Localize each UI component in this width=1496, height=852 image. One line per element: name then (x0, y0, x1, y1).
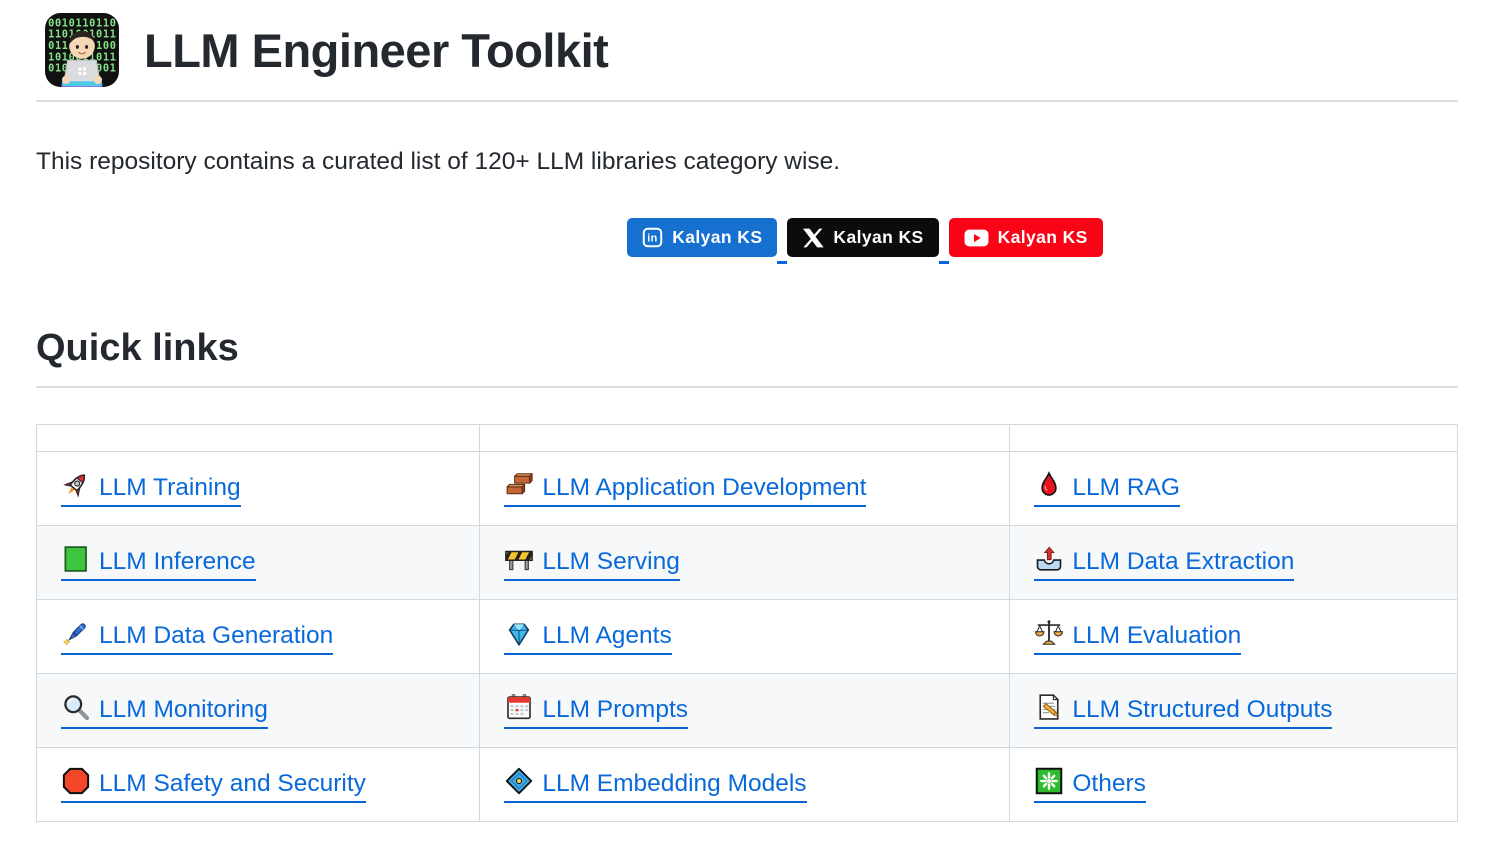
stop-sign-icon (61, 766, 91, 796)
link-label: LLM Data Extraction (1072, 548, 1294, 575)
svg-text:in: in (648, 233, 658, 245)
rocket-icon (61, 470, 91, 500)
link-label: LLM Application Development (542, 474, 866, 501)
link-llm-safety-and-security[interactable]: LLM Safety and Security (61, 766, 366, 803)
table-cell: LLM Inference (37, 526, 480, 600)
table-cell: LLM Data Extraction (1010, 526, 1458, 600)
table-cell: LLM Training (37, 452, 480, 526)
link-others[interactable]: Others (1034, 766, 1146, 803)
linkedin-icon: in (642, 227, 663, 248)
table-cell: LLM Evaluation (1010, 600, 1458, 674)
table-cell: Others (1010, 748, 1458, 822)
link-label: LLM Monitoring (99, 696, 268, 723)
diamond-with-dot-icon (504, 766, 534, 796)
table-row: LLM Training LLM Application Development… (37, 452, 1458, 526)
link-label: LLM Data Generation (99, 622, 333, 649)
table-cell: LLM Embedding Models (480, 748, 1010, 822)
bricks-icon (504, 470, 534, 500)
table-cell: LLM Data Generation (37, 600, 480, 674)
badge-label: Kalyan KS (998, 227, 1088, 248)
link-label: LLM Training (99, 474, 241, 501)
green-square-icon (61, 544, 91, 574)
intro-text: This repository contains a curated list … (36, 148, 1458, 176)
blood-drop-icon (1034, 470, 1064, 500)
link-llm-application-development[interactable]: LLM Application Development (504, 470, 866, 507)
calendar-icon (504, 692, 534, 722)
link-llm-training[interactable]: LLM Training (61, 470, 241, 507)
svg-text:0010110110: 0010110110 (48, 17, 116, 29)
table-cell: LLM Safety and Security (37, 748, 480, 822)
table-row: LLM Inference LLM Serving LLM Data Extra… (37, 526, 1458, 600)
link-llm-serving[interactable]: LLM Serving (504, 544, 680, 581)
x-icon (802, 227, 824, 249)
link-label: LLM Safety and Security (99, 770, 366, 797)
page-header: 0010110110 1101001011 0110110100 1010011… (36, 0, 1458, 102)
balance-scale-icon (1034, 618, 1064, 648)
social-badges-row: in Kalyan KS Kalyan KS Kalyan KS (154, 218, 1496, 257)
youtube-icon (964, 229, 989, 247)
page-title: LLM Engineer Toolkit (144, 23, 608, 78)
badge-label: Kalyan KS (672, 227, 762, 248)
link-space-underline (939, 261, 949, 265)
table-cell: LLM Agents (480, 600, 1010, 674)
table-header-row (37, 425, 1458, 452)
link-label: LLM Structured Outputs (1072, 696, 1332, 723)
outbox-tray-icon (1034, 544, 1064, 574)
table-cell: LLM Serving (480, 526, 1010, 600)
link-llm-structured-outputs[interactable]: LLM Structured Outputs (1034, 692, 1332, 729)
link-llm-agents[interactable]: LLM Agents (504, 618, 671, 655)
link-llm-monitoring[interactable]: LLM Monitoring (61, 692, 268, 729)
link-label: LLM RAG (1072, 474, 1180, 501)
table-header-cell (37, 425, 480, 452)
youtube-badge[interactable]: Kalyan KS (949, 218, 1103, 257)
table-row: LLM Monitoring LLM Prompts LLM Structure… (37, 674, 1458, 748)
table-cell: LLM Application Development (480, 452, 1010, 526)
link-label: LLM Agents (542, 622, 671, 649)
x-badge[interactable]: Kalyan KS (787, 218, 938, 257)
linkedin-badge[interactable]: in Kalyan KS (627, 218, 777, 257)
link-llm-rag[interactable]: LLM RAG (1034, 470, 1180, 507)
link-llm-embedding-models[interactable]: LLM Embedding Models (504, 766, 806, 803)
link-label: LLM Serving (542, 548, 680, 575)
table-header-cell (1010, 425, 1458, 452)
construction-barrier-icon (504, 544, 534, 574)
table-cell: LLM Monitoring (37, 674, 480, 748)
table-header-cell (480, 425, 1010, 452)
link-llm-data-extraction[interactable]: LLM Data Extraction (1034, 544, 1294, 581)
table-cell: LLM RAG (1010, 452, 1458, 526)
gem-icon (504, 618, 534, 648)
link-llm-inference[interactable]: LLM Inference (61, 544, 256, 581)
quick-links-heading: Quick links (36, 327, 1458, 388)
link-llm-evaluation[interactable]: LLM Evaluation (1034, 618, 1241, 655)
link-label: LLM Evaluation (1072, 622, 1241, 649)
link-label: LLM Inference (99, 548, 256, 575)
link-label: Others (1072, 770, 1146, 797)
fountain-pen-icon (61, 618, 91, 648)
link-label: LLM Prompts (542, 696, 688, 723)
table-row: LLM Data Generation LLM Agents LLM Evalu… (37, 600, 1458, 674)
quick-links-table: LLM Training LLM Application Development… (36, 424, 1458, 822)
table-cell: LLM Structured Outputs (1010, 674, 1458, 748)
readme-page: 0010110110 1101001011 0110110100 1010011… (0, 0, 1496, 822)
table-row: LLM Safety and Security LLM Embedding Mo… (37, 748, 1458, 822)
link-llm-data-generation[interactable]: LLM Data Generation (61, 618, 333, 655)
memo-pencil-icon (1034, 692, 1064, 722)
table-cell: LLM Prompts (480, 674, 1010, 748)
link-label: LLM Embedding Models (542, 770, 806, 797)
badge-label: Kalyan KS (833, 227, 923, 248)
technologist-emoji-icon: 0010110110 1101001011 0110110100 1010011… (44, 12, 120, 88)
link-space-underline (777, 261, 787, 265)
sparkle-green-square-icon (1034, 766, 1064, 796)
link-llm-prompts[interactable]: LLM Prompts (504, 692, 688, 729)
magnifying-glass-icon (61, 692, 91, 722)
